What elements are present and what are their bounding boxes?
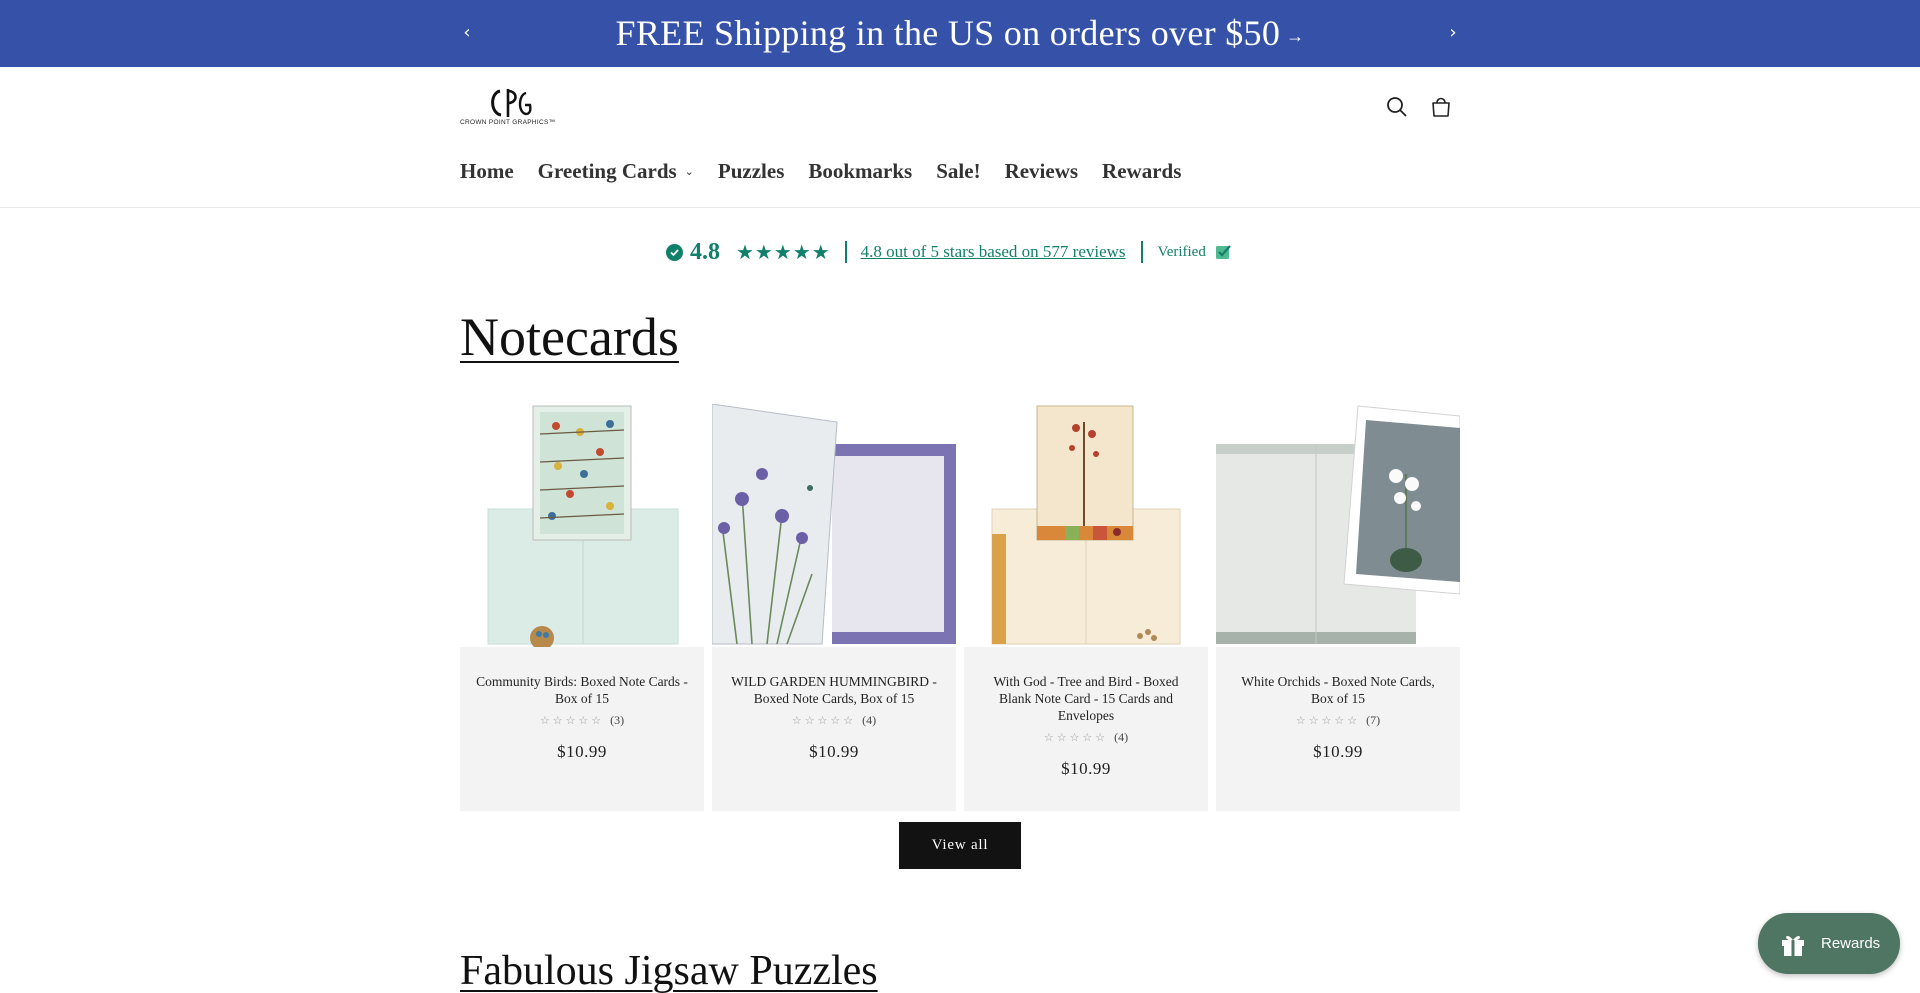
product-info: Community Birds: Boxed Note Cards - Box … (460, 647, 704, 811)
product-image-white-orchids (1216, 404, 1460, 647)
chevron-down-icon: ⌄ (684, 165, 694, 178)
product-title[interactable]: WILD GARDEN HUMMINGBIRD - Boxed Note Car… (728, 673, 940, 707)
cart-icon (1432, 97, 1450, 117)
review-count: (4) (1114, 730, 1129, 744)
nav-reviews-label: Reviews (1004, 159, 1079, 183)
product-rating: ☆☆☆☆☆ (3) (476, 713, 688, 728)
nav-greeting-cards-label: Greeting Cards (537, 159, 677, 183)
review-score: 4.8 (690, 238, 720, 265)
nav-home-label: Home (460, 159, 514, 183)
verified-badge-icon (1215, 245, 1231, 259)
nav-bookmarks[interactable]: Bookmarks (808, 159, 912, 184)
product-card[interactable]: With God - Tree and Bird - Boxed Blank N… (964, 404, 1208, 811)
review-count: (3) (610, 713, 625, 727)
announcement-bar: ‹ FREE Shipping in the US on orders over… (0, 0, 1920, 67)
product-price: $10.99 (557, 742, 607, 761)
nav-bookmarks-label: Bookmarks (808, 159, 913, 183)
arrow-right-icon: → (1286, 26, 1305, 47)
product-image-wild-garden-hummingbird (712, 404, 956, 647)
nav-reviews[interactable]: Reviews (1005, 159, 1078, 184)
star-rating-icon: ★★★★★ (736, 240, 831, 264)
review-count: (7) (1366, 713, 1381, 727)
search-button[interactable] (1384, 94, 1410, 120)
divider (844, 241, 847, 263)
product-card[interactable]: Community Birds: Boxed Note Cards - Box … (460, 404, 704, 811)
product-rating: ☆☆☆☆☆ (4) (728, 713, 940, 728)
announcement-next-button[interactable]: › (1441, 22, 1465, 46)
logo-monogram (491, 89, 532, 117)
puzzles-title[interactable]: Fabulous Jigsaw Puzzles (460, 947, 878, 993)
chevron-right-icon: › (1449, 22, 1457, 43)
product-title[interactable]: Community Birds: Boxed Note Cards - Box … (476, 673, 688, 707)
product-card[interactable]: White Orchids - Boxed Note Cards, Box of… (1216, 404, 1460, 811)
nav-sale-label: Sale! (936, 159, 981, 183)
product-card[interactable]: WILD GARDEN HUMMINGBIRD - Boxed Note Car… (712, 404, 956, 811)
rewards-launcher-button[interactable]: Rewards (1758, 913, 1900, 974)
nav-rewards-label: Rewards (1102, 159, 1182, 183)
gift-icon (1782, 935, 1804, 956)
product-info: White Orchids - Boxed Note Cards, Box of… (1216, 647, 1460, 811)
notecards-title[interactable]: Notecards (460, 306, 679, 368)
product-price: $10.99 (1061, 759, 1111, 778)
product-info: WILD GARDEN HUMMINGBIRD - Boxed Note Car… (712, 647, 956, 811)
search-icon (1387, 97, 1407, 117)
divider (1140, 241, 1143, 263)
nav-puzzles[interactable]: Puzzles (718, 159, 784, 184)
star-rating-icon: ☆☆☆☆☆ (1295, 714, 1361, 727)
logo-wordmark: CROWN POINT GRAPHICS™ (460, 119, 556, 126)
check-circle-icon (666, 243, 683, 261)
product-rating: ☆☆☆☆☆ (4) (980, 730, 1192, 745)
announcement-text: FREE Shipping in the US on orders over $… (615, 13, 1281, 53)
product-rating: ☆☆☆☆☆ (7) (1232, 713, 1444, 728)
verified-label: Verified (1157, 243, 1206, 260)
product-price: $10.99 (809, 742, 859, 761)
view-all-button[interactable]: View all (899, 822, 1021, 869)
star-rating-icon: ☆☆☆☆☆ (1043, 731, 1109, 744)
product-title[interactable]: White Orchids - Boxed Note Cards, Box of… (1232, 673, 1444, 707)
product-title[interactable]: With God - Tree and Bird - Boxed Blank N… (980, 673, 1192, 724)
product-image-community-birds (460, 404, 704, 647)
cart-button[interactable] (1428, 94, 1454, 120)
product-info: With God - Tree and Bird - Boxed Blank N… (964, 647, 1208, 811)
product-price: $10.99 (1313, 742, 1363, 761)
star-rating-icon: ☆☆☆☆☆ (539, 714, 605, 727)
star-rating-icon: ☆☆☆☆☆ (791, 714, 857, 727)
main-navigation: Home Greeting Cards ⌄ Puzzles Bookmarks S… (460, 159, 1205, 184)
review-summary-bar: 4.8 ★★★★★ 4.8 out of 5 stars based on 57… (666, 237, 1231, 267)
nav-rewards[interactable]: Rewards (1102, 159, 1181, 184)
site-header: CROWN POINT GRAPHICS™ Home Greeting Card… (0, 67, 1920, 208)
nav-sale[interactable]: Sale! (936, 159, 980, 184)
review-count: (4) (862, 713, 877, 727)
product-image-with-god-tree-and-bird (964, 404, 1208, 647)
rewards-label: Rewards (1821, 935, 1881, 952)
nav-greeting-cards[interactable]: Greeting Cards ⌄ (538, 159, 694, 184)
reviews-link[interactable]: 4.8 out of 5 stars based on 577 reviews (861, 242, 1126, 262)
nav-home[interactable]: Home (460, 159, 514, 184)
announcement-link[interactable]: FREE Shipping in the US on orders over $… (0, 12, 1920, 54)
site-logo[interactable]: CROWN POINT GRAPHICS™ (460, 83, 558, 131)
nav-puzzles-label: Puzzles (717, 159, 785, 183)
